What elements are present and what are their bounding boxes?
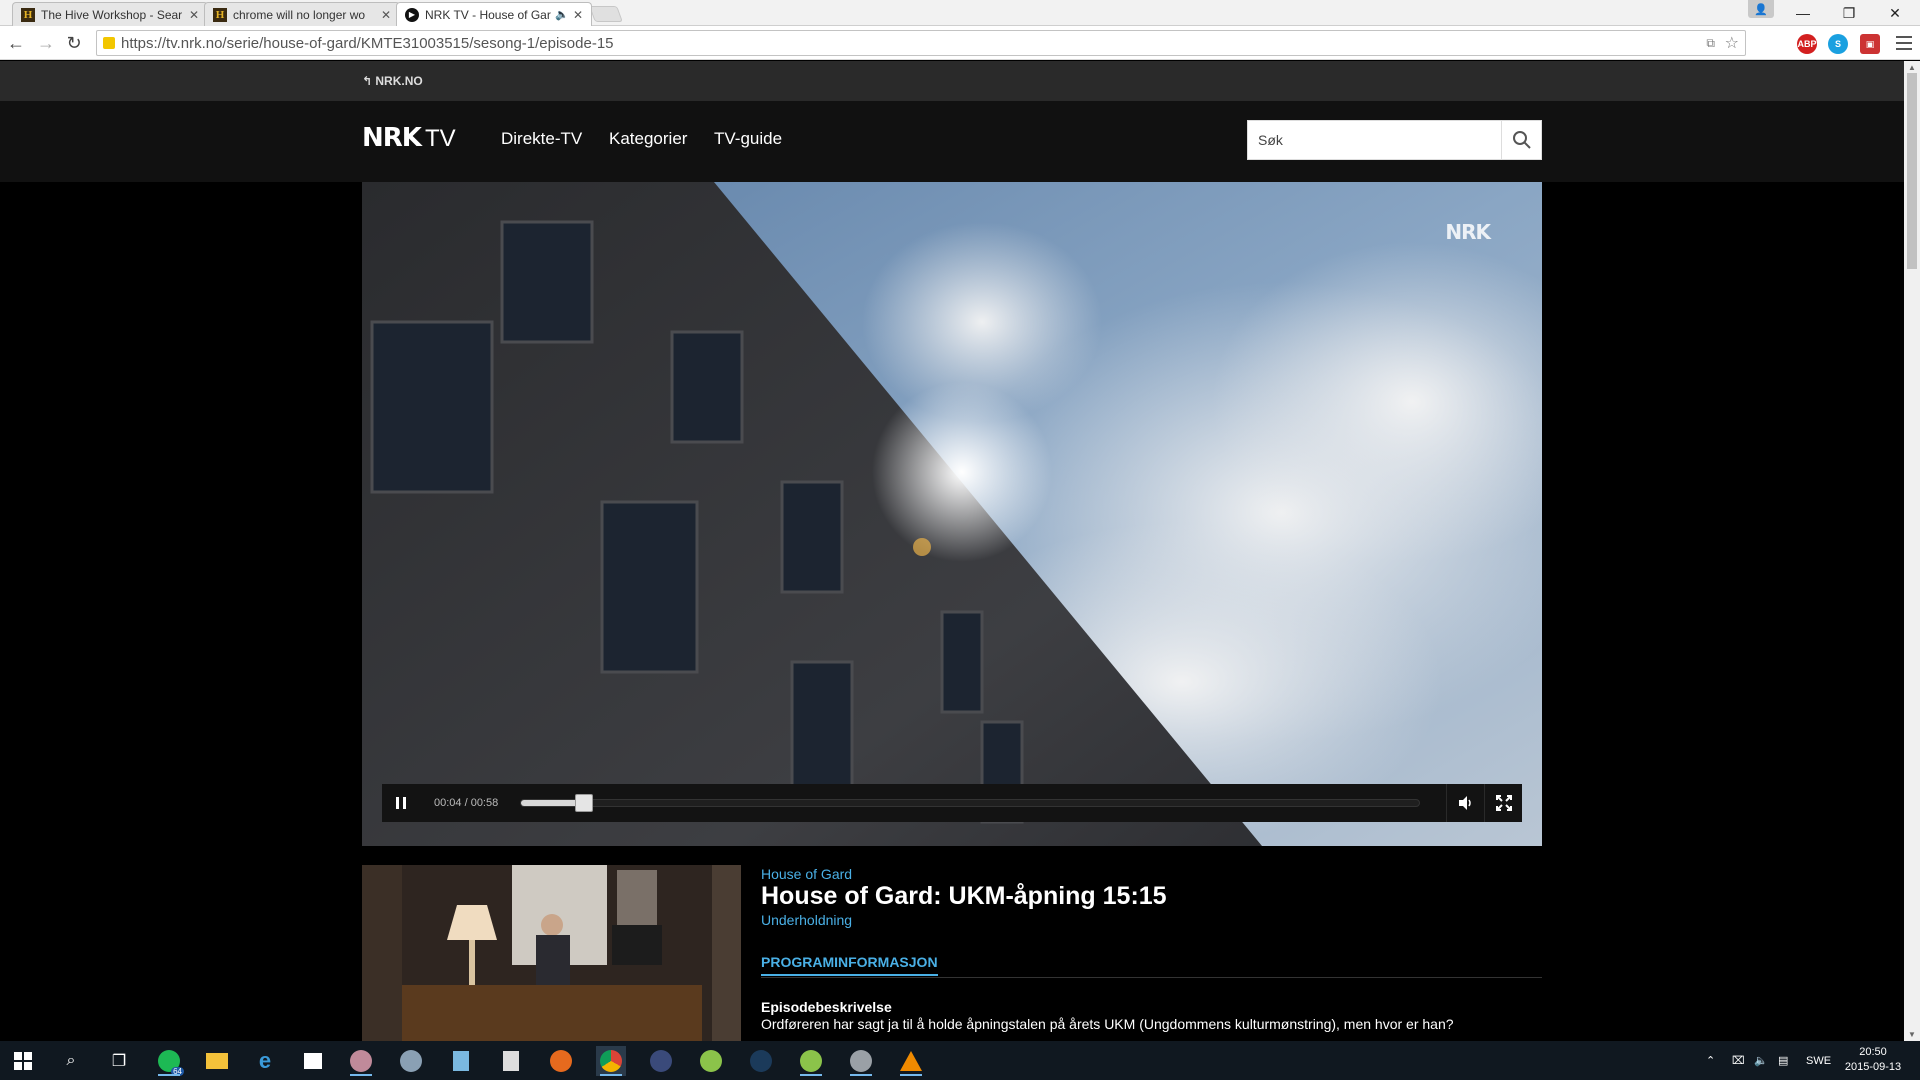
progress-handle[interactable] [574, 794, 593, 812]
tab-title: The Hive Workshop - Sear [41, 7, 183, 22]
time-display: 00:04 / 00:58 [434, 797, 499, 809]
language-indicator[interactable]: SWE [1806, 1041, 1831, 1080]
nrk-watermark: NRK [1445, 220, 1491, 244]
video-player[interactable]: NRK 00:04 / 00:58 [362, 182, 1542, 846]
tab-chrome-question[interactable]: H chrome will no longer wo ✕ [204, 2, 400, 26]
tab-programinformasjon[interactable]: PROGRAMINFORMASJON [761, 954, 938, 976]
reload-icon[interactable]: ↻ [62, 32, 86, 54]
description-heading: Episodebeskrivelse [761, 999, 892, 1015]
extension-icon[interactable]: ▣ [1860, 34, 1880, 54]
play-favicon-icon: ▶ [405, 7, 419, 22]
notepad-icon[interactable] [446, 1046, 476, 1076]
store-icon[interactable] [298, 1046, 328, 1076]
action-center-icon[interactable]: ▤ [1778, 1041, 1788, 1080]
windows-start-icon[interactable] [8, 1046, 38, 1076]
speaker-icon: 🔈 [555, 9, 569, 21]
video-frame [362, 182, 1542, 846]
pause-icon [396, 797, 406, 809]
windows-taskbar: ⌕ ❐ 64 e ⌃ ⌧ 🔈 ▤ SWE 20:50 2015-09-13 [0, 1041, 1920, 1080]
speaker-icon [1458, 796, 1471, 810]
divider [761, 977, 1542, 978]
close-icon[interactable]: ✕ [381, 8, 391, 22]
scroll-down-icon[interactable]: ▼ [1908, 1030, 1916, 1039]
nrk-no-link[interactable]: ↰ NRK.NO [362, 74, 423, 88]
scroll-up-icon[interactable]: ▲ [1908, 63, 1916, 72]
steam-icon[interactable] [746, 1046, 776, 1076]
app-icon[interactable] [396, 1046, 426, 1076]
browser-toolbar: ← → ↻ https://tv.nrk.no/serie/house-of-g… [0, 26, 1920, 60]
progress-bar[interactable] [520, 794, 1420, 812]
category-link[interactable]: Underholdning [761, 912, 852, 928]
episode-description: Ordføreren har sagt ja til å holde åpnin… [761, 1016, 1454, 1032]
lock-warning-icon[interactable] [103, 37, 115, 49]
adblock-plus-icon[interactable]: ABP [1797, 34, 1817, 54]
tab-strip: H The Hive Workshop - Sear ✕ H chrome wi… [0, 0, 1920, 26]
hive-favicon-icon: H [21, 7, 35, 22]
nav-tv-guide[interactable]: TV-guide [714, 129, 782, 149]
translate-icon[interactable]: ⧉ [1706, 36, 1715, 51]
tab-title: chrome will no longer wo [233, 7, 366, 22]
search-button[interactable] [1501, 121, 1541, 159]
android-icon[interactable] [696, 1046, 726, 1076]
tab-title: NRK TV - House of Gar [425, 7, 551, 22]
scrollbar-thumb[interactable] [1907, 73, 1917, 269]
restore-button[interactable]: ❐ [1826, 0, 1872, 26]
profile-icon[interactable]: 👤 [1748, 0, 1774, 18]
chrome-menu-icon[interactable] [1896, 34, 1912, 52]
calculator-icon[interactable] [496, 1046, 526, 1076]
fullscreen-icon [1495, 795, 1512, 811]
nrk-topbar: ↰ NRK.NO [0, 61, 1904, 101]
series-link[interactable]: House of Gard [761, 866, 852, 882]
address-bar[interactable]: https://tv.nrk.no/serie/house-of-gard/KM… [96, 30, 1746, 56]
episode-title: House of Gard: UKM-åpning 15:15 [761, 882, 1167, 910]
page-scrollbar[interactable]: ▲ ▼ [1904, 61, 1920, 1041]
close-icon[interactable]: ✕ [573, 8, 583, 22]
episode-thumbnail-image [362, 865, 741, 1041]
pause-button[interactable] [382, 784, 420, 822]
firefox-icon[interactable] [546, 1046, 576, 1076]
volume-button[interactable] [1446, 784, 1484, 822]
site-header: NRK TV Direkte-TV Kategorier TV-guide [0, 101, 1904, 182]
search-icon[interactable]: ⌕ [56, 1046, 86, 1076]
tab-hive-workshop[interactable]: H The Hive Workshop - Sear ✕ [12, 2, 208, 26]
app-icon[interactable] [346, 1046, 376, 1076]
system-clock[interactable]: 20:50 2015-09-13 [1840, 1045, 1906, 1075]
skype-icon[interactable]: S [1828, 34, 1848, 54]
search-input[interactable] [1248, 121, 1502, 159]
app-icon[interactable] [646, 1046, 676, 1076]
url-text: https://tv.nrk.no/serie/house-of-gard/KM… [121, 34, 614, 52]
page-viewport: ↰ NRK.NO NRK TV Direkte-TV Kategorier TV… [0, 61, 1904, 1041]
search-box [1247, 120, 1542, 160]
nrk-tv-logo[interactable]: NRK TV [362, 123, 456, 153]
close-icon[interactable]: ✕ [189, 8, 199, 22]
close-window-button[interactable]: ✕ [1872, 0, 1918, 26]
hive-favicon-icon: H [213, 7, 227, 22]
search-icon [1512, 131, 1531, 149]
task-view-icon[interactable]: ❐ [104, 1046, 134, 1076]
file-explorer-icon[interactable] [202, 1046, 232, 1076]
volume-icon[interactable]: 🔈 [1754, 1041, 1768, 1080]
bookmark-star-icon[interactable]: ☆ [1725, 33, 1739, 53]
spotify-icon[interactable]: 64 [154, 1046, 184, 1076]
vlc-icon[interactable] [896, 1046, 926, 1076]
chrome-icon[interactable] [596, 1046, 626, 1076]
back-arrow-icon[interactable]: ← [4, 32, 28, 54]
tray-overflow-icon[interactable]: ⌃ [1706, 1041, 1715, 1080]
new-tab-button[interactable] [589, 6, 623, 22]
android-icon[interactable] [796, 1046, 826, 1076]
player-controls: 00:04 / 00:58 [382, 784, 1522, 822]
fullscreen-button[interactable] [1484, 784, 1522, 822]
network-icon[interactable]: ⌧ [1732, 1041, 1745, 1080]
nav-kategorier[interactable]: Kategorier [609, 129, 687, 149]
tab-nrk-tv[interactable]: ▶ NRK TV - House of Gar 🔈 ✕ [396, 2, 592, 26]
app-icon[interactable] [846, 1046, 876, 1076]
nav-direkte-tv[interactable]: Direkte-TV [501, 129, 582, 149]
forward-arrow-icon[interactable]: → [34, 32, 58, 54]
edge-icon[interactable]: e [250, 1046, 280, 1076]
episode-thumbnail[interactable] [362, 865, 741, 1041]
minimize-button[interactable]: — [1780, 0, 1826, 26]
